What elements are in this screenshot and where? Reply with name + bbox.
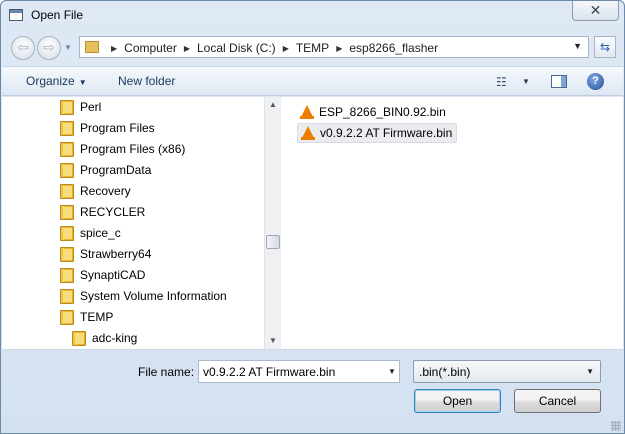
recent-locations-dropdown-icon[interactable]: ▼ — [64, 43, 72, 52]
breadcrumb-esp8266-flasher[interactable]: esp8266_flasher — [349, 41, 438, 55]
tree-item-perl[interactable]: Perl — [60, 97, 101, 117]
breadcrumb: ▶ Computer ▶ Local Disk (C:) ▶ TEMP ▶ es… — [104, 41, 438, 55]
vlc-cone-icon — [301, 125, 315, 141]
breadcrumb-computer[interactable]: Computer — [124, 41, 177, 55]
tree-item-strawberry64[interactable]: Strawberry64 — [60, 244, 151, 264]
file-item-at-firmware-bin[interactable]: v0.9.2.2 AT Firmware.bin — [297, 123, 458, 143]
scrollbar-thumb[interactable] — [266, 235, 280, 249]
tree-item-system-volume-information[interactable]: System Volume Information — [60, 286, 227, 306]
folder-icon — [85, 41, 99, 53]
file-type-value: .bin(*.bin) — [419, 365, 471, 379]
file-name-input[interactable]: v0.9.2.2 AT Firmware.bin — [198, 360, 400, 383]
organize-label: Organize — [26, 74, 75, 88]
tree-item-program-files-x86[interactable]: Program Files (x86) — [60, 139, 185, 159]
tree-item-program-files[interactable]: Program Files — [60, 118, 155, 138]
tree-item-label: RECYCLER — [80, 205, 146, 219]
refresh-icon: ⇆ — [599, 40, 611, 54]
file-list: ESP_8266_BIN0.92.bin v0.9.2.2 AT Firmwar… — [282, 97, 623, 349]
folder-icon — [60, 141, 74, 157]
folder-icon — [60, 267, 74, 283]
file-name-label: File name: — [138, 365, 195, 379]
preview-pane-icon[interactable] — [551, 75, 567, 88]
tree-item-recycler[interactable]: RECYCLER — [60, 202, 145, 222]
folder-icon — [60, 225, 74, 241]
breadcrumb-local-disk[interactable]: Local Disk (C:) — [197, 41, 276, 55]
breadcrumb-temp[interactable]: TEMP — [296, 41, 329, 55]
folder-icon — [60, 309, 74, 325]
tree-item-label: ProgramData — [80, 163, 152, 177]
file-name: v0.9.2.2 AT Firmware.bin — [320, 126, 453, 140]
file-name: ESP_8266_BIN0.92.bin — [319, 105, 446, 119]
cancel-button[interactable]: Cancel — [514, 389, 601, 413]
folder-icon — [60, 183, 74, 199]
vlc-cone-icon — [300, 104, 314, 120]
tree-item-label: spice_c — [80, 226, 121, 240]
tree-item-temp[interactable]: TEMP — [60, 307, 113, 327]
scroll-up-icon[interactable]: ▲ — [265, 97, 281, 113]
tree-item-label: Perl — [80, 100, 102, 114]
address-dropdown-icon[interactable]: ▼ — [573, 41, 582, 51]
tree-item-label: Strawberry64 — [80, 247, 152, 261]
file-item-esp8266-bin[interactable]: ESP_8266_BIN0.92.bin — [297, 102, 450, 122]
file-name-dropdown-icon[interactable]: ▼ — [388, 367, 396, 376]
tree-item-adc-king[interactable]: adc-king — [72, 328, 137, 348]
window-icon — [9, 9, 23, 21]
tree-item-label: Program Files — [80, 121, 155, 135]
tree-item-spice-c[interactable]: spice_c — [60, 223, 121, 243]
file-type-select[interactable]: .bin(*.bin) ▼ — [413, 360, 601, 383]
content-area: Perl Program Files Program Files (x86) P… — [2, 97, 623, 350]
command-bar: Organize ▼ New folder ☷ ▼ ? — [2, 66, 623, 96]
refresh-button[interactable]: ⇆ — [594, 36, 616, 58]
tree-item-label: adc-king — [92, 331, 138, 345]
tree-item-recovery[interactable]: Recovery — [60, 181, 131, 201]
folder-icon — [60, 162, 74, 178]
folder-icon — [60, 288, 74, 304]
forward-button[interactable]: ⇨ — [37, 36, 61, 60]
title-bar: Open File ✕ — [1, 1, 624, 31]
help-icon[interactable]: ? — [587, 73, 604, 90]
folder-icon — [60, 246, 74, 262]
address-bar[interactable]: ▶ Computer ▶ Local Disk (C:) ▶ TEMP ▶ es… — [79, 36, 589, 58]
resize-grip-icon[interactable] — [611, 421, 621, 431]
tree-item-label: Recovery — [80, 184, 131, 198]
chevron-right-icon[interactable]: ▶ — [283, 44, 289, 53]
folder-icon — [72, 330, 86, 346]
dialog-footer: File name: v0.9.2.2 AT Firmware.bin ▼ .b… — [2, 351, 623, 433]
organize-button[interactable]: Organize ▼ — [26, 74, 87, 88]
folder-icon — [60, 99, 74, 115]
open-button[interactable]: Open — [414, 389, 501, 413]
chevron-down-icon: ▼ — [78, 78, 87, 87]
navigation-scrollbar[interactable]: ▲ ▼ — [264, 97, 281, 349]
navigation-pane: Perl Program Files Program Files (x86) P… — [2, 97, 264, 349]
window-title: Open File — [31, 8, 84, 22]
view-options-dropdown-icon[interactable]: ▼ — [522, 77, 530, 86]
tree-item-programdata[interactable]: ProgramData — [60, 160, 151, 180]
open-file-dialog: Open File ✕ ⇦ ⇨ ▼ ▶ Computer ▶ Local Dis… — [0, 0, 625, 434]
tree-item-label: SynaptiCAD — [80, 268, 146, 282]
chevron-right-icon[interactable]: ▶ — [111, 44, 117, 53]
new-folder-button[interactable]: New folder — [118, 74, 175, 88]
tree-item-label: System Volume Information — [80, 289, 227, 303]
scroll-down-icon[interactable]: ▼ — [265, 333, 281, 349]
chevron-down-icon: ▼ — [586, 367, 594, 376]
change-view-icon[interactable]: ☷ — [496, 75, 507, 89]
back-button[interactable]: ⇦ — [11, 36, 35, 60]
chevron-right-icon[interactable]: ▶ — [184, 44, 190, 53]
folder-icon — [60, 204, 74, 220]
tree-item-synapticad[interactable]: SynaptiCAD — [60, 265, 145, 285]
tree-item-label: TEMP — [80, 310, 114, 324]
navigation-bar: ⇦ ⇨ ▼ ▶ Computer ▶ Local Disk (C:) ▶ TEM… — [7, 33, 618, 63]
tree-item-label: Program Files (x86) — [80, 142, 186, 156]
chevron-right-icon[interactable]: ▶ — [336, 44, 342, 53]
close-button[interactable]: ✕ — [572, 1, 619, 21]
folder-icon — [60, 120, 74, 136]
